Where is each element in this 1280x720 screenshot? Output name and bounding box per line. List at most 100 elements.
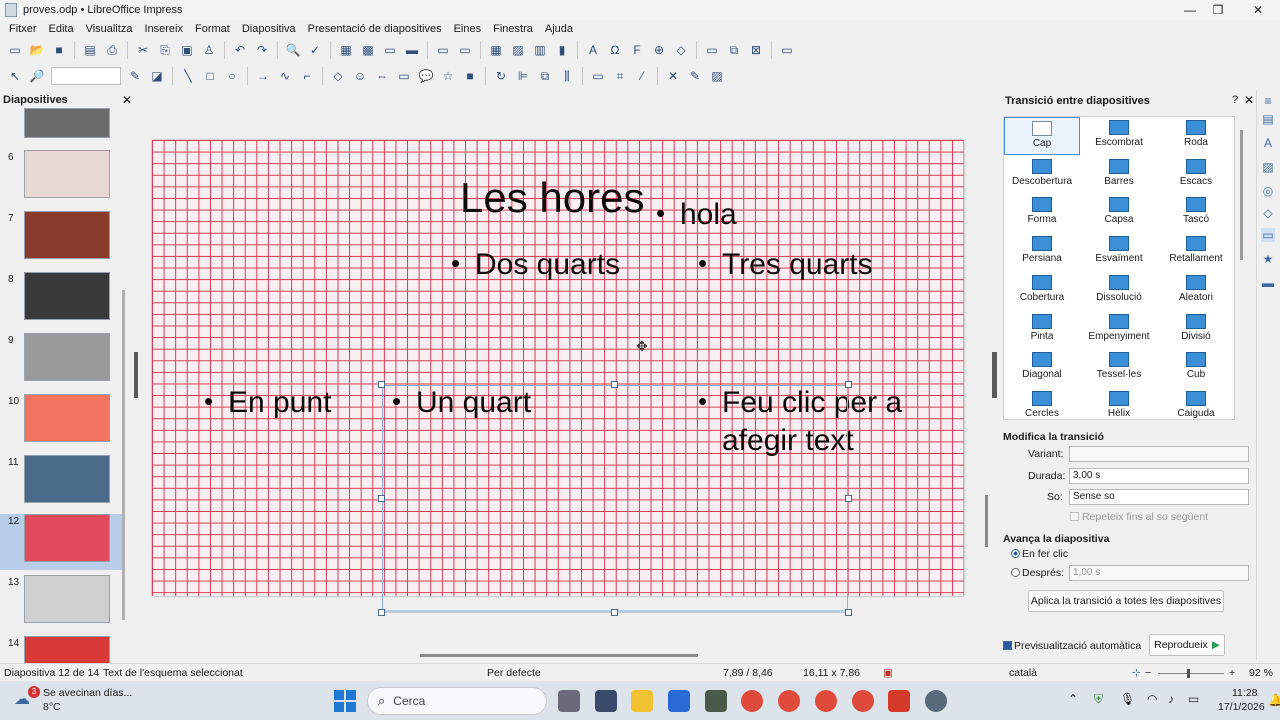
delete-slide-icon[interactable]: ⊠ — [748, 42, 764, 58]
transition-item[interactable]: Capsa — [1081, 194, 1157, 232]
transition-item[interactable]: Esvaïment — [1081, 233, 1157, 271]
transition-item[interactable]: Escacs — [1158, 156, 1234, 194]
slide-thumbnail-row[interactable]: 7 — [0, 211, 124, 267]
status-language[interactable]: català — [1009, 667, 1037, 679]
menu-edita[interactable]: Edita — [43, 23, 80, 35]
start-current-slide-icon[interactable]: ▭ — [457, 42, 473, 58]
text-hola[interactable]: hola — [656, 198, 737, 232]
points-icon[interactable]: ✕ — [665, 68, 681, 84]
zoom-slider-thumb[interactable] — [1187, 669, 1190, 678]
duration-field[interactable]: 3,00 s — [1069, 468, 1249, 484]
resize-handle-tr[interactable] — [845, 381, 852, 388]
horizontal-scrollbar[interactable] — [420, 654, 698, 657]
arrange-icon[interactable]: ⧉ — [537, 68, 553, 84]
master-slide-icon[interactable]: ▬ — [404, 42, 420, 58]
transition-item[interactable]: Tessel·les — [1081, 349, 1157, 387]
media-icon[interactable]: ▥ — [532, 42, 548, 58]
zoom-in-icon[interactable]: + — [1229, 667, 1235, 679]
align-icon[interactable]: ⊫ — [515, 68, 531, 84]
menu-eines[interactable]: Eines — [448, 23, 488, 35]
cut-icon[interactable]: ✂ — [135, 42, 151, 58]
transition-item[interactable]: Pinta — [1004, 311, 1080, 349]
slide-thumbnail-row[interactable]: 12 — [0, 514, 124, 570]
grid-icon[interactable]: ▦ — [338, 42, 354, 58]
transition-item[interactable]: Hèlix — [1081, 388, 1157, 419]
notifications-icon[interactable]: 🔔 — [1268, 693, 1280, 707]
ellipse-icon[interactable]: ○ — [224, 68, 240, 84]
resize-handle-b[interactable] — [611, 609, 618, 616]
transition-item[interactable]: Forma — [1004, 194, 1080, 232]
resize-handle-l[interactable] — [378, 495, 385, 502]
play-button[interactable]: Reprodueix ▶ — [1149, 634, 1225, 656]
zoom-slider[interactable] — [1158, 673, 1224, 674]
slide-transition-icon[interactable]: ▭ — [1261, 228, 1275, 242]
transition-item[interactable]: Persiana — [1004, 233, 1080, 271]
transition-item[interactable]: Cub — [1158, 349, 1234, 387]
resize-handle-r[interactable] — [845, 495, 852, 502]
chart-icon[interactable]: ▮ — [554, 42, 570, 58]
toggle-extrusion-icon[interactable]: ▨ — [709, 68, 725, 84]
weather-title[interactable]: Se avecinan días... — [43, 687, 132, 699]
show-draw-functions-icon[interactable]: ◇ — [673, 42, 689, 58]
slide-thumbnail[interactable] — [24, 108, 110, 138]
on-click-radio[interactable] — [1011, 549, 1020, 558]
sidebar-collapse-handle[interactable] — [992, 352, 997, 398]
resize-handle-t[interactable] — [611, 381, 618, 388]
start-first-slide-icon[interactable]: ▭ — [435, 42, 451, 58]
variant-select[interactable] — [1069, 446, 1249, 462]
basic-shapes-icon[interactable]: ◇ — [330, 68, 346, 84]
text-box-icon[interactable]: A — [585, 42, 601, 58]
3d-objects-icon[interactable]: ■ — [462, 68, 478, 84]
app-icon[interactable] — [705, 690, 727, 712]
crop-icon[interactable]: ⌗ — [612, 68, 628, 84]
animation-icon[interactable]: ★ — [1261, 252, 1275, 266]
select-arrow-icon[interactable]: ↖ — [7, 68, 23, 84]
filter-icon[interactable]: ⁄ — [634, 68, 650, 84]
find-replace-icon[interactable]: 🔍 — [285, 42, 301, 58]
resize-handle-bl[interactable] — [378, 609, 385, 616]
fill-color-icon[interactable]: ◪ — [149, 68, 165, 84]
menu-format[interactable]: Format — [189, 23, 236, 35]
maximize-button[interactable]: ❐ — [1200, 0, 1236, 20]
menu-ajuda[interactable]: Ajuda — [539, 23, 579, 35]
sound-select[interactable]: Sense so — [1069, 489, 1249, 505]
file-explorer-icon[interactable] — [631, 690, 653, 712]
open-folder-icon[interactable]: 📂 — [29, 42, 45, 58]
transition-item[interactable]: Cercles — [1004, 388, 1080, 419]
snap-grid-icon[interactable]: ▩ — [360, 42, 376, 58]
fontwork-icon[interactable]: F — [629, 42, 645, 58]
close-sidebar-icon[interactable]: ✕ — [1244, 93, 1254, 107]
zoom-out-icon[interactable]: − — [1145, 667, 1151, 679]
transition-item[interactable]: Dissolució — [1081, 272, 1157, 310]
text-dos-quarts[interactable]: Dos quarts — [451, 248, 620, 282]
hyperlink-icon[interactable]: ⊕ — [651, 42, 667, 58]
callout-icon[interactable]: 💬 — [418, 68, 434, 84]
transition-item[interactable]: Retallament — [1158, 233, 1234, 271]
new-slide-icon[interactable]: ▭ — [704, 42, 720, 58]
resize-handle-br[interactable] — [845, 609, 852, 616]
status-zoom[interactable]: 92 % — [1249, 667, 1273, 679]
transition-item[interactable]: Cobertura — [1004, 272, 1080, 310]
line-color-icon[interactable]: ✎ — [127, 68, 143, 84]
slide-thumbnail[interactable] — [24, 394, 110, 442]
stars-icon[interactable]: ☆ — [440, 68, 456, 84]
tray-overflow-icon[interactable]: ⌃ — [1068, 692, 1078, 706]
close-window-button[interactable]: ✕ — [1240, 0, 1276, 20]
shadow-icon[interactable]: ▭ — [590, 68, 606, 84]
slide-thumbnail-row[interactable]: 6 — [0, 150, 124, 206]
vertical-scrollbar[interactable] — [985, 495, 988, 547]
transition-grid-scrollbar[interactable] — [1240, 130, 1243, 260]
menu-diapositiva[interactable]: Diapositiva — [236, 23, 302, 35]
menu-fitxer[interactable]: Fitxer — [3, 23, 43, 35]
slide-thumbnail[interactable] — [24, 514, 110, 562]
slide-thumbnail[interactable] — [24, 272, 110, 320]
transition-item[interactable]: Caiguda — [1158, 388, 1234, 419]
arrow-line-icon[interactable]: → — [255, 68, 271, 84]
taskbar-search[interactable]: ⌕ Cerca — [367, 687, 547, 715]
battery-icon[interactable]: ▭ — [1188, 692, 1199, 706]
slide-thumbnail-row[interactable]: 10 — [0, 394, 124, 450]
save-icon[interactable]: ■ — [51, 42, 67, 58]
gallery-icon[interactable]: ▨ — [1261, 160, 1275, 174]
obs-icon[interactable] — [925, 690, 947, 712]
slide-thumbnail[interactable] — [24, 455, 110, 503]
